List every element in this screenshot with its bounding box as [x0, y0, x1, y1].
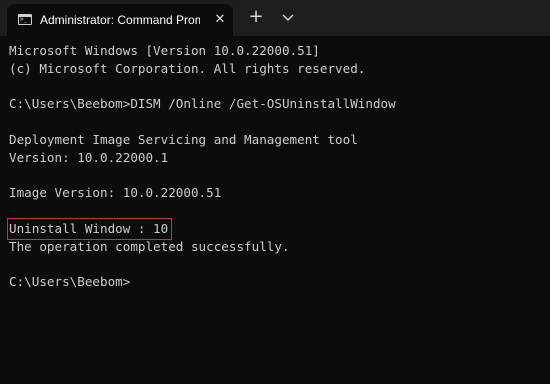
- console-line: Deployment Image Servicing and Managemen…: [9, 131, 358, 147]
- chevron-down-icon[interactable]: [279, 8, 297, 26]
- console-line: Uninstall Window : 10: [6, 217, 544, 240]
- close-icon[interactable]: ✕: [211, 11, 229, 29]
- console-output[interactable]: Microsoft Windows [Version 10.0.22000.51…: [6, 42, 544, 291]
- console-line: Version: 10.0.22000.1: [9, 149, 169, 165]
- tab-bar: >_ Administrator: Command Prom ✕ +: [0, 0, 550, 36]
- console-line: The operation completed successfully.: [9, 238, 290, 254]
- terminal-icon: >_: [18, 14, 32, 25]
- console-line: C:\Users\Beebom>: [9, 274, 131, 290]
- console-line: (c) Microsoft Corporation. All rights re…: [9, 60, 366, 76]
- terminal-window: >_ Administrator: Command Prom ✕ + Micro…: [0, 0, 550, 384]
- highlighted-uninstall-window: Uninstall Window : 10: [6, 217, 173, 240]
- tab-title: Administrator: Command Prom: [40, 13, 200, 27]
- tab-command-prompt[interactable]: >_ Administrator: Command Prom ✕: [7, 4, 233, 36]
- new-tab-button[interactable]: +: [246, 7, 266, 27]
- console-line: Microsoft Windows [Version 10.0.22000.51…: [9, 43, 320, 58]
- console-line: C:\Users\Beebom>DISM /Online /Get-OSUnin…: [9, 96, 396, 112]
- console-line: Image Version: 10.0.22000.51: [9, 185, 222, 201]
